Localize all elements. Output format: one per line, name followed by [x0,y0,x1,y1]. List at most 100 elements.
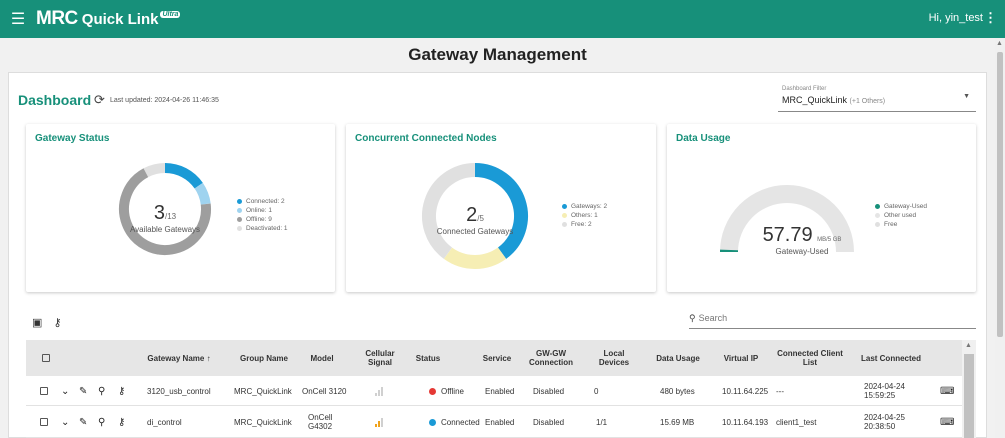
col-gateway-name[interactable]: Gateway Name ↑ [144,340,214,376]
table-scrollbar-thumb[interactable] [964,354,974,438]
row-checkbox[interactable] [40,407,48,437]
status-dot [429,387,436,395]
row-checkbox[interactable] [40,376,48,406]
cell-service: Enabled [485,417,515,427]
filter-extra: (+1 Others) [849,98,886,105]
search-icon: ⚲ [689,313,696,323]
legend-dot [875,204,880,209]
col-group-name[interactable]: Group Name [234,340,294,376]
data-usage-center: 57.79 MB/5 GB Gateway-Used [747,224,857,256]
legend-item[interactable]: Online: 1 [237,206,288,215]
search-input[interactable]: ⚲ Search [689,313,976,329]
legend-item[interactable]: Free: 2 [562,220,607,229]
cell-vip: 10.11.64.225 [722,386,769,396]
signal-icon [374,376,384,406]
gateway-status-center: 3/13 Available Gateways [110,202,220,234]
table-scroll-up-icon[interactable]: ▲ [965,342,972,349]
scroll-up-icon[interactable]: ▲ [996,40,1003,47]
legend-item[interactable]: Free [875,220,927,229]
expand-icon[interactable]: ⌄ [61,407,69,437]
row-checkbox-box[interactable] [40,387,48,395]
page-title: Gateway Management [408,45,587,64]
edit-icon[interactable]: ✎ [79,376,87,406]
col-vip[interactable]: Virtual IP [716,340,766,376]
col-usage[interactable]: Data Usage [656,340,700,376]
cell-name: 3120_usb_control [147,386,211,396]
col-clients[interactable]: Connected Client List [774,340,846,376]
select-all-box[interactable] [42,354,50,362]
legend-item[interactable]: Offline: 9 [237,215,288,224]
key-icon[interactable]: ⚷ [118,407,125,437]
filter-value-text: MRC_QuickLink [782,95,848,105]
console-icon[interactable]: ⌨ [940,376,954,406]
col-service[interactable]: Service [477,340,517,376]
edit-icon[interactable]: ✎ [79,407,87,437]
nodes-total: /5 [477,214,484,223]
legend-item[interactable]: Other used [875,211,927,220]
legend-dot [237,226,242,231]
more-vert-icon[interactable]: ⋮ [984,10,997,26]
legend-item[interactable]: Deactivated: 1 [237,224,288,233]
page-scrollbar[interactable]: ▲ [995,38,1005,438]
dropdown-caret-icon[interactable]: ▼ [963,93,970,100]
signal-bar [375,393,377,396]
signal-bar [378,421,380,427]
gateway-status-total: /13 [165,212,177,221]
legend-item[interactable]: Others: 1 [562,211,607,220]
legend-label: Other used [884,212,917,219]
donut-slice-3 [143,163,166,178]
legend-dot [237,208,242,213]
location-icon[interactable]: ⚲ [98,376,105,406]
key-icon[interactable]: ⚷ [118,376,125,406]
legend-item[interactable]: Gateway-Used [875,202,927,211]
gateway-status-card: Gateway Status 3/13 Available Gateways C… [26,124,335,292]
refresh-icon[interactable]: ⟳ [94,92,105,108]
nodes-center: 2/5 Connected Gateways [420,204,530,236]
table-toolbar: ▣ ⚷ [32,316,70,329]
col-last[interactable]: Last Connected [856,340,926,376]
last-updated: Last updated: 2024-04-26 11:46:35 [110,97,219,104]
cell-model: OnCell 3120 [302,386,347,396]
add-gateway-icon[interactable]: ▣ [32,317,42,329]
dashboard-filter-select[interactable]: Dashboard Filter MRC_QuickLink (+1 Other… [778,84,976,112]
col-signal[interactable]: Cellular Signal [360,340,400,376]
user-greeting[interactable]: Hi, yin_test [929,12,983,24]
table-row[interactable]: ⌄ ✎ ⚲ ⚷ di_control MRC_QuickLink OnCell … [26,407,962,438]
menu-icon[interactable]: ☰ [0,9,36,29]
col-status[interactable]: Status [408,340,448,376]
legend-label: Online: 1 [246,207,273,214]
data-usage-title: Data Usage [676,133,731,144]
cell-gwgw: Disabled [533,417,565,427]
cell-gwgw: Disabled [533,386,565,396]
cell-name: di_control [147,417,182,427]
cell-vip: 10.11.64.193 [722,417,769,427]
nodes-legend: Gateways: 2 Others: 1 Free: 2 [562,202,607,229]
signal-bar [381,387,383,396]
legend-label: Deactivated: 1 [246,225,288,232]
col-model[interactable]: Model [302,340,342,376]
gateway-status-legend: Connected: 2 Online: 1 Offline: 9 Deactivat… [237,197,288,233]
table-scrollbar[interactable]: ▲ [962,340,976,438]
data-usage-caption: Gateway-Used [775,247,829,256]
key-icon[interactable]: ⚷ [53,317,61,329]
legend-item[interactable]: Gateways: 2 [562,202,607,211]
col-gwgw[interactable]: GW-GW Connection [526,340,576,376]
legend-label: Free [884,221,898,228]
filter-value: MRC_QuickLink (+1 Others) [782,95,885,105]
donut-slice-1 [443,247,507,269]
legend-item[interactable]: Connected: 2 [237,197,288,206]
table-row[interactable]: ⌄ ✎ ⚲ ⚷ 3120_usb_control MRC_QuickLink O… [26,376,962,406]
select-all-checkbox[interactable] [40,340,52,376]
console-icon[interactable]: ⌨ [940,407,954,437]
legend-dot [875,213,880,218]
col-local[interactable]: Local Devices [592,340,636,376]
nodes-caption: Connected Gateways [436,227,514,236]
page-scrollbar-thumb[interactable] [997,52,1003,337]
row-checkbox-box[interactable] [40,418,48,426]
nodes-value: 2 [466,204,478,226]
signal-icon [374,407,384,437]
location-icon[interactable]: ⚲ [98,407,105,437]
legend-dot [875,222,880,227]
expand-icon[interactable]: ⌄ [61,376,69,406]
legend-dot [237,217,242,222]
